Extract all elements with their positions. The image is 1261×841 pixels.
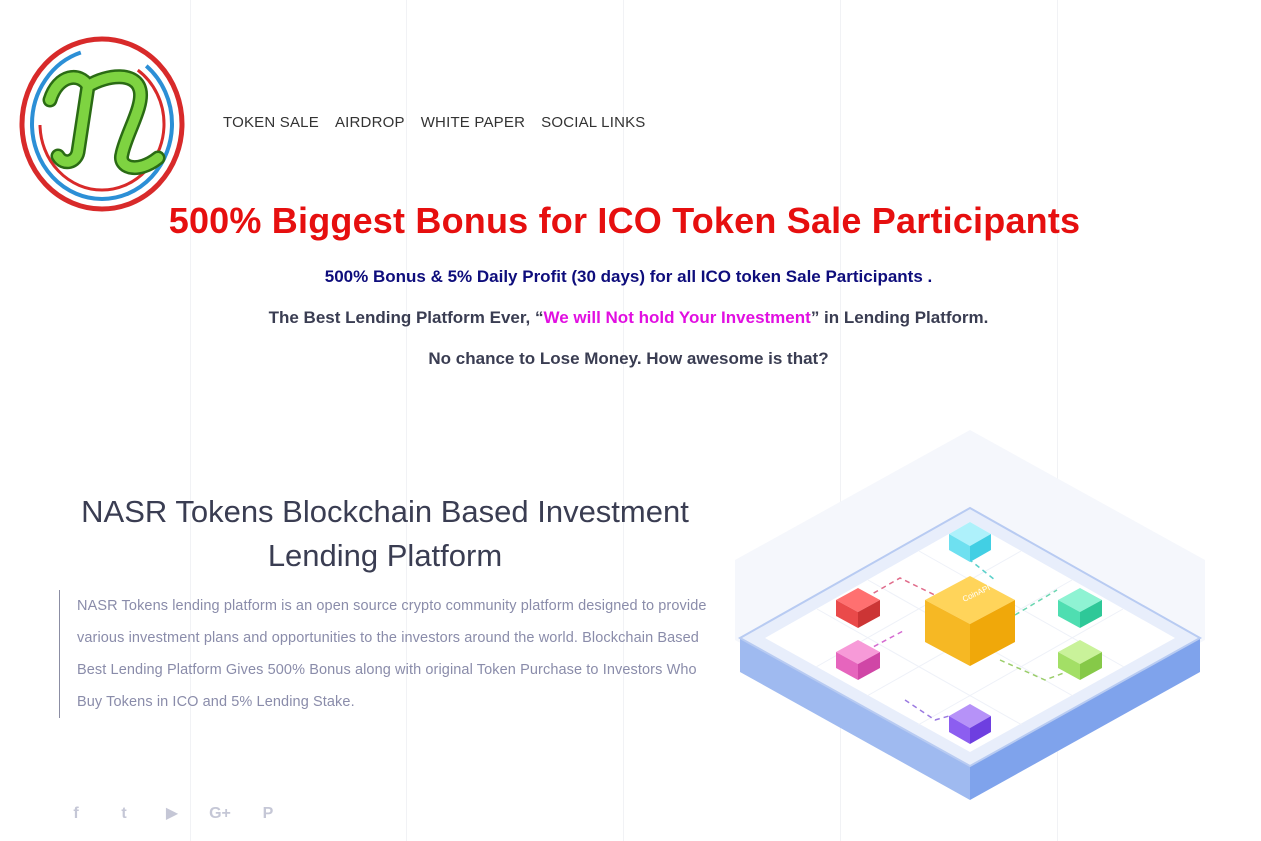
section-description: NASR Tokens lending platform is an open … <box>59 590 717 718</box>
nav-token-sale[interactable]: TOKEN SALE <box>223 114 319 131</box>
blockchain-illustration: CoinAPI <box>735 430 1205 810</box>
facebook-icon[interactable]: f <box>52 800 100 828</box>
google-plus-icon[interactable]: G+ <box>196 800 244 828</box>
pinterest-icon[interactable]: P <box>244 800 292 828</box>
section-title: NASR Tokens Blockchain Based Investment … <box>81 494 689 573</box>
hero-platform-highlight: We will Not hold Your Investment <box>543 308 811 327</box>
youtube-icon[interactable]: ▶ <box>148 800 196 828</box>
site-logo[interactable] <box>18 34 188 214</box>
hero-platform-prefix: The Best Lending Platform Ever, “ <box>268 308 544 327</box>
nav-airdrop[interactable]: AIRDROP <box>335 114 405 131</box>
nasr-logo-icon <box>19 36 185 212</box>
hero-platform-suffix: ” in Lending Platform. <box>810 308 989 327</box>
main-nav: TOKEN SALE AIRDROP WHITE PAPER SOCIAL LI… <box>223 114 646 131</box>
nav-social-links[interactable]: SOCIAL LINKS <box>541 114 645 131</box>
social-icons: f t ▶ G+ P <box>52 800 292 828</box>
hero-tagline: No chance to Lose Money. How awesome is … <box>428 349 829 368</box>
nav-white-paper[interactable]: WHITE PAPER <box>421 114 525 131</box>
hero-bonus-line: 500% Bonus & 5% Daily Profit (30 days) f… <box>324 267 933 286</box>
twitter-icon[interactable]: t <box>100 800 148 828</box>
hero-headline: 500% Biggest Bonus for ICO Token Sale Pa… <box>168 200 1081 241</box>
hero-platform-line: The Best Lending Platform Ever, “We will… <box>0 308 1257 328</box>
